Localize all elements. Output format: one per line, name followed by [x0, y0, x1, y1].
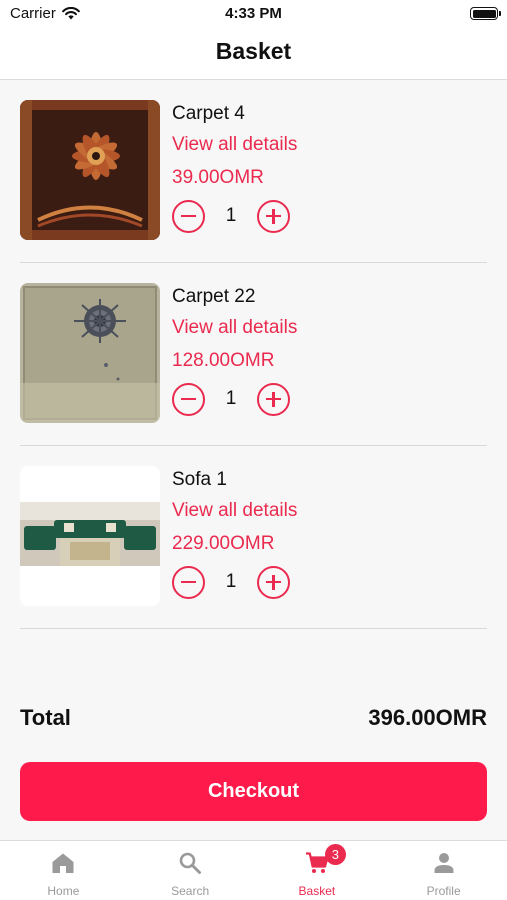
item-info: Sofa 1 View all details 229.00OMR 1: [172, 466, 297, 602]
home-icon: [52, 853, 74, 873]
item-quantity: 1: [225, 388, 237, 409]
battery-icon: [470, 7, 501, 20]
tab-home[interactable]: Home: [0, 841, 127, 900]
increase-quantity-button[interactable]: [257, 565, 290, 599]
item-info: Carpet 22 View all details 128.00OMR 1: [172, 283, 297, 419]
increase-quantity-button[interactable]: [257, 382, 290, 416]
tab-basket-label: Basket: [298, 884, 336, 898]
tab-search[interactable]: Search: [127, 841, 254, 900]
tab-bar: Home Search 3 Basket Profile: [0, 840, 507, 900]
view-details-link[interactable]: View all details: [172, 494, 297, 527]
product-image-sofa-1[interactable]: [20, 466, 160, 606]
status-bar: Carrier 4:33 PM: [0, 0, 507, 28]
tab-search-label: Search: [171, 884, 210, 898]
item-quantity: 1: [225, 571, 237, 592]
item-info: Carpet 4 View all details 39.00OMR 1: [172, 100, 297, 236]
increase-quantity-button[interactable]: [257, 199, 290, 233]
quantity-stepper: 1: [172, 196, 297, 236]
navigation-bar: Basket: [0, 28, 507, 80]
quantity-stepper: 1: [172, 562, 297, 602]
search-icon: [179, 852, 202, 874]
item-price: 39.00OMR: [172, 167, 264, 188]
quantity-stepper: 1: [172, 379, 297, 419]
checkout-button[interactable]: Checkout: [20, 762, 487, 821]
tab-profile[interactable]: Profile: [380, 841, 507, 900]
product-image-carpet-22[interactable]: [20, 283, 160, 423]
item-name: Sofa 1: [172, 469, 227, 490]
item-name: Carpet 4: [172, 103, 245, 124]
cart-count-badge: 3: [324, 844, 346, 865]
page-title: Basket: [215, 38, 292, 64]
tab-basket[interactable]: 3 Basket: [254, 841, 381, 900]
item-name: Carpet 22: [172, 286, 256, 307]
clock: 4:33 PM: [225, 5, 282, 22]
item-quantity: 1: [225, 205, 237, 226]
product-image-carpet-4[interactable]: [20, 100, 160, 240]
basket-item: Sofa 1 View all details 229.00OMR 1: [20, 446, 487, 629]
total-value: 396.00OMR: [368, 705, 487, 730]
basket-item: Carpet 4 View all details 39.00OMR 1: [20, 80, 487, 263]
decrease-quantity-button[interactable]: [172, 565, 205, 599]
basket-item: Carpet 22 View all details 128.00OMR 1: [20, 263, 487, 446]
total-label: Total: [20, 705, 71, 730]
decrease-quantity-button[interactable]: [172, 382, 205, 416]
tab-home-label: Home: [47, 884, 80, 898]
person-icon: [434, 853, 454, 873]
basket-list: Carpet 4 View all details 39.00OMR 1 Car…: [0, 80, 507, 629]
total-row: Total 396.00OMR: [20, 700, 487, 736]
view-details-link[interactable]: View all details: [172, 311, 297, 344]
item-price: 128.00OMR: [172, 350, 275, 371]
tab-profile-label: Profile: [426, 884, 461, 898]
view-details-link[interactable]: View all details: [172, 128, 297, 161]
item-price: 229.00OMR: [172, 533, 275, 554]
decrease-quantity-button[interactable]: [172, 199, 205, 233]
